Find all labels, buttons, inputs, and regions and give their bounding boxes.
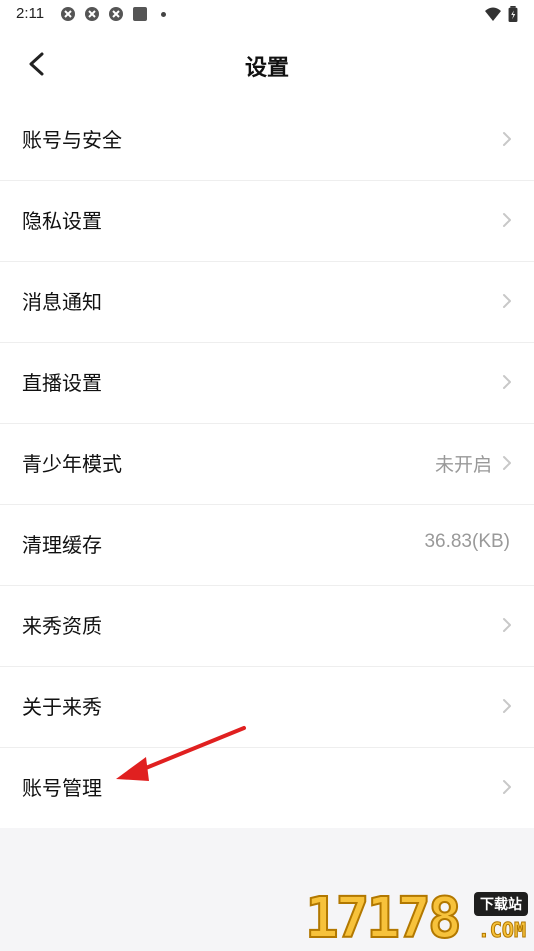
wifi-icon: [485, 7, 501, 21]
notification-icon: [85, 7, 99, 21]
notification-icon: [61, 7, 75, 21]
settings-row-live-settings[interactable]: 直播设置: [0, 343, 534, 424]
status-bar: 2:11: [0, 0, 534, 28]
square-icon: [133, 7, 147, 21]
chevron-right-icon: [503, 375, 511, 389]
watermark-tag: 下载站: [474, 892, 528, 916]
chevron-right-icon: [503, 456, 511, 470]
settings-row-value: 36.83(KB): [424, 531, 510, 552]
chevron-right-icon: [503, 618, 511, 632]
settings-row-label: 隐私设置: [22, 209, 102, 233]
settings-row-label: 账号管理: [22, 776, 102, 800]
app-header: 设置: [0, 28, 534, 100]
page-title: 设置: [244, 56, 289, 81]
watermark-suffix: .COM: [477, 918, 526, 943]
chevron-right-icon: [503, 213, 511, 227]
settings-row-label: 来秀资质: [22, 614, 102, 638]
battery-icon: [508, 6, 518, 22]
status-time: 2:11: [16, 5, 45, 22]
settings-row-privacy[interactable]: 隐私设置: [0, 181, 534, 262]
settings-list: 账号与安全隐私设置消息通知直播设置青少年模式 未开启清理缓存 36.83(KB) 来秀…: [0, 100, 534, 828]
settings-row-label: 消息通知: [22, 290, 102, 314]
settings-row-account-security[interactable]: 账号与安全: [0, 100, 534, 181]
chevron-right-icon: [503, 699, 511, 713]
chevron-right-icon: [503, 294, 511, 308]
settings-row-label: 账号与安全: [22, 128, 122, 152]
chevron-right-icon: [503, 780, 511, 794]
settings-row-notifications[interactable]: 消息通知: [0, 262, 534, 343]
settings-row-qualification[interactable]: 来秀资质: [0, 586, 534, 667]
settings-row-clear-cache[interactable]: 清理缓存 36.83(KB): [0, 505, 534, 586]
settings-row-teen-mode[interactable]: 青少年模式 未开启: [0, 424, 534, 505]
settings-row-about[interactable]: 关于来秀: [0, 667, 534, 748]
settings-row-label: 青少年模式: [22, 452, 122, 476]
settings-row-label: 关于来秀: [22, 695, 102, 719]
notification-icon: [109, 7, 123, 21]
watermark-logo: 17178 下载站 .COM: [304, 886, 534, 951]
status-dot: [161, 12, 166, 17]
settings-row-account-management[interactable]: 账号管理: [0, 748, 534, 828]
watermark-number: 17178: [304, 886, 463, 951]
settings-row-value: 未开启: [434, 455, 492, 476]
settings-row-label: 清理缓存: [22, 533, 102, 557]
chevron-right-icon: [503, 132, 511, 146]
settings-row-label: 直播设置: [22, 371, 102, 395]
